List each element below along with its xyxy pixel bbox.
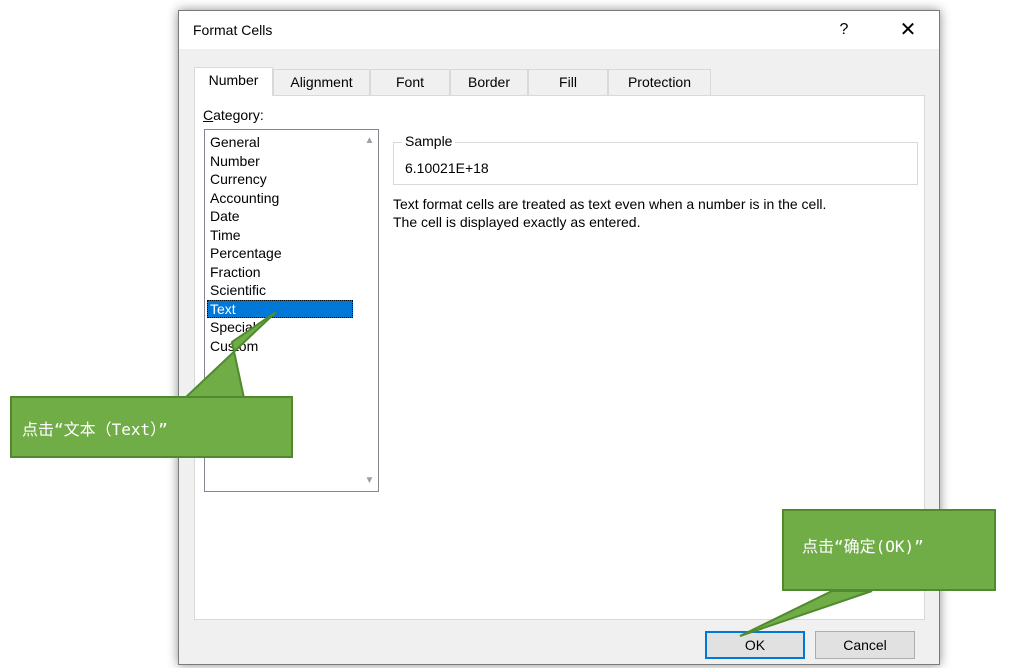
dialog-title: Format Cells [193, 22, 273, 38]
tab-font[interactable]: Font [370, 69, 450, 95]
category-label: Category: [203, 107, 264, 123]
callout-text: 点击“文本（Text）” [10, 396, 293, 458]
description-line-2: The cell is displayed exactly as entered… [393, 214, 641, 230]
title-bar: Format Cells ? ✕ [179, 11, 939, 49]
category-item-date[interactable]: Date [207, 207, 353, 226]
category-list: General Number Currency Accounting Date … [207, 133, 353, 355]
category-item-currency[interactable]: Currency [207, 170, 353, 189]
tab-protection[interactable]: Protection [608, 69, 711, 95]
category-item-text[interactable]: Text [207, 299, 353, 318]
category-item-fraction[interactable]: Fraction [207, 263, 353, 282]
scroll-down-icon[interactable]: ▼ [361, 472, 378, 489]
category-item-special[interactable]: Special [207, 318, 353, 337]
category-item-custom[interactable]: Custom [207, 337, 353, 356]
callout-ok: 点击“确定(OK)” [782, 509, 996, 591]
tab-alignment[interactable]: Alignment [273, 69, 370, 95]
category-item-general[interactable]: General [207, 133, 353, 152]
ok-button[interactable]: OK [705, 631, 805, 659]
category-item-percentage[interactable]: Percentage [207, 244, 353, 263]
tab-border[interactable]: Border [450, 69, 528, 95]
category-item-accounting[interactable]: Accounting [207, 189, 353, 208]
category-item-number[interactable]: Number [207, 152, 353, 171]
description-line-1: Text format cells are treated as text ev… [393, 196, 827, 212]
format-description: Text format cells are treated as text ev… [393, 195, 933, 231]
tab-number[interactable]: Number [194, 67, 273, 96]
category-item-scientific[interactable]: Scientific [207, 281, 353, 300]
callout-ok-label: 点击“确定(OK)” [802, 537, 924, 556]
help-button[interactable]: ? [827, 17, 861, 43]
category-scrollbar[interactable]: ▲ ▼ [361, 130, 378, 491]
close-button[interactable]: ✕ [891, 17, 925, 43]
sample-legend: Sample [402, 133, 456, 149]
sample-value: 6.10021E+18 [405, 160, 489, 176]
category-item-time[interactable]: Time [207, 226, 353, 245]
callout-text-label: 点击“文本（Text）” [22, 420, 168, 439]
tab-fill[interactable]: Fill [528, 69, 608, 95]
scroll-up-icon[interactable]: ▲ [361, 132, 378, 149]
cancel-button[interactable]: Cancel [815, 631, 915, 659]
